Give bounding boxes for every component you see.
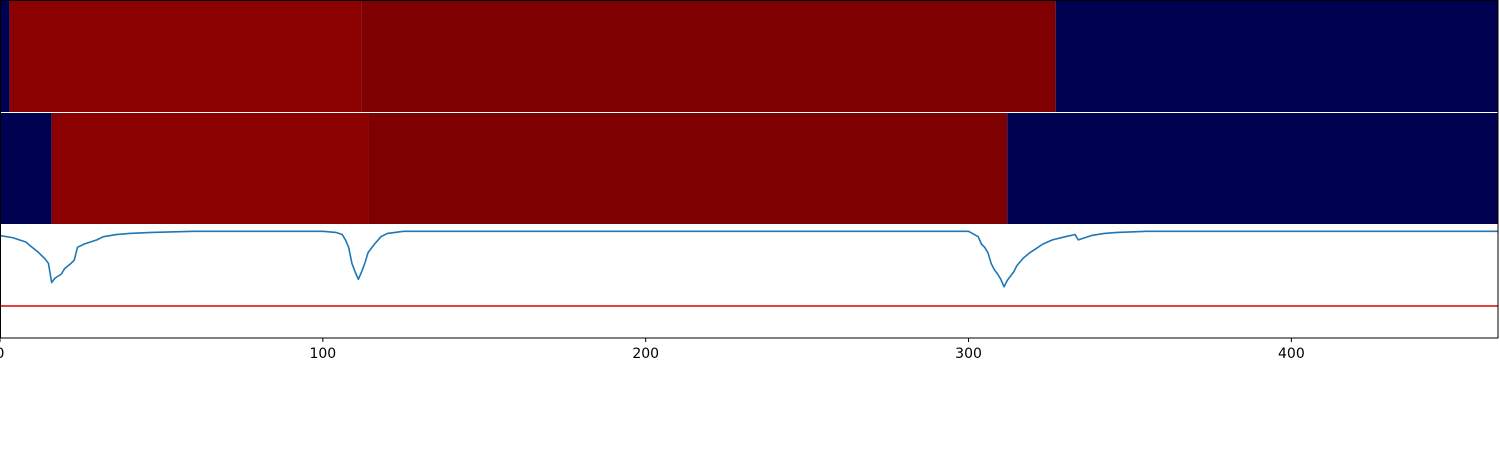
heatmap-segment-2-4 xyxy=(1007,113,1498,224)
heatmap-segment-1-4 xyxy=(1055,1,1498,112)
heatmap-segment-2-2 xyxy=(51,113,369,224)
x-tick-label: 400 xyxy=(1278,346,1305,362)
line-panel-background xyxy=(0,226,1498,338)
heatmap-segment-2-1 xyxy=(0,113,52,224)
line-panel xyxy=(0,226,1498,338)
heatmap-segment-1-1 xyxy=(0,1,10,112)
figure: 0 100 200 300 400 xyxy=(0,0,1499,362)
x-tick-label: 200 xyxy=(632,346,659,362)
x-tick-label: 100 xyxy=(309,346,336,362)
heatmap-track-2 xyxy=(0,113,1498,224)
x-tick-label: 300 xyxy=(955,346,982,362)
heatmap-track-1 xyxy=(0,1,1498,112)
x-tick-label: 0 xyxy=(0,346,4,362)
heatmap-segment-1-2 xyxy=(9,1,362,112)
heatmap-segment-1-3 xyxy=(361,1,1056,112)
heatmap-segment-2-3 xyxy=(368,113,1008,224)
x-axis: 0 100 200 300 400 xyxy=(0,338,1305,362)
